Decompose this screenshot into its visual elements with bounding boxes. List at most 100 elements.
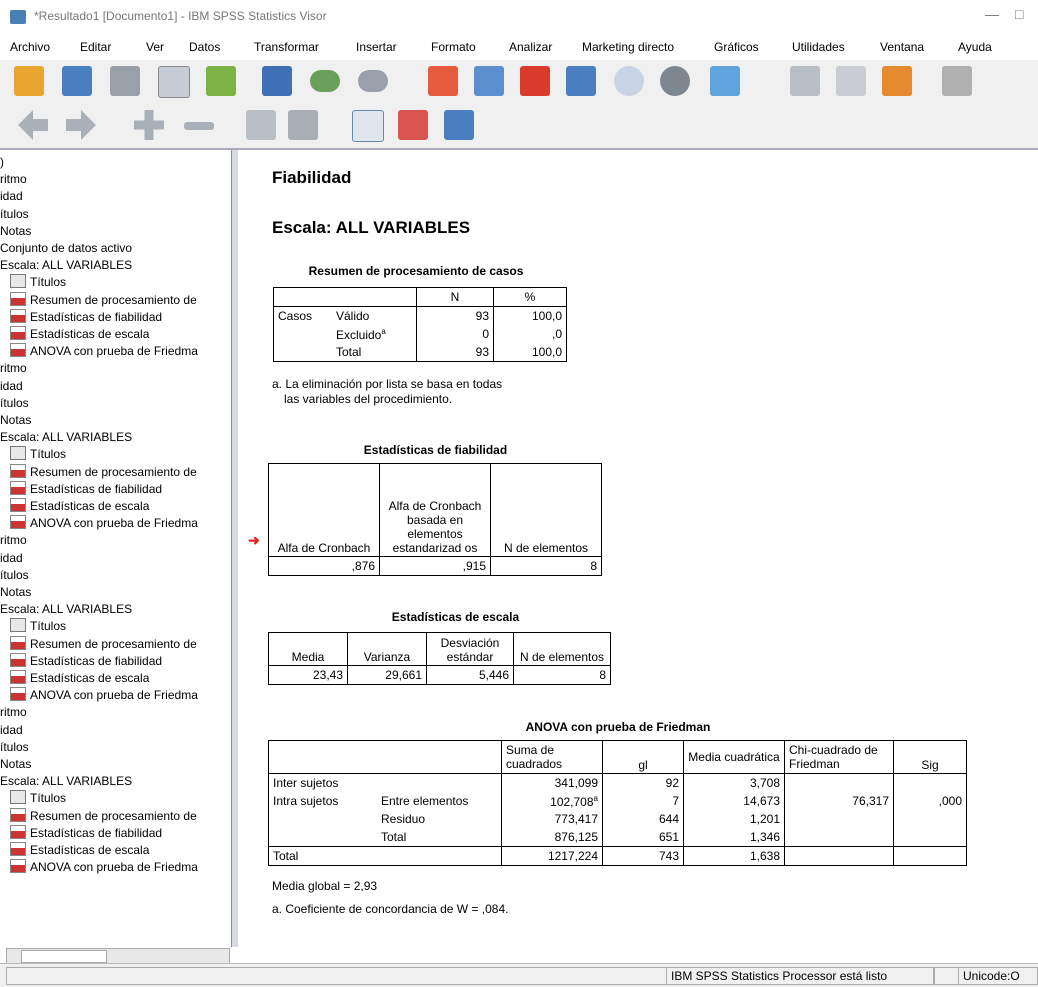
menu-transformar[interactable]: Transformar [254, 40, 319, 54]
select-cases-icon[interactable] [566, 66, 596, 96]
collapse-icon[interactable] [184, 122, 214, 130]
outline-item[interactable]: ritmo [0, 532, 27, 549]
outline-item[interactable]: ) [0, 154, 4, 171]
case-summary-footnote: a. La eliminación por lista se basa en t… [272, 377, 503, 391]
outline-item[interactable]: Escala: ALL VARIABLES [0, 429, 132, 446]
table-cell [894, 828, 967, 847]
outline-item[interactable]: idad [0, 188, 23, 205]
outline-item[interactable]: Escala: ALL VARIABLES [0, 257, 132, 274]
outline-item[interactable]: ritmo [0, 171, 27, 188]
outline-item[interactable]: Estadísticas de escala [10, 498, 149, 515]
outline-item[interactable]: ritmo [0, 704, 27, 721]
save-icon[interactable] [62, 66, 92, 96]
outline-item[interactable]: Resumen de procesamiento de [10, 291, 197, 309]
menu-marketing-directo[interactable]: Marketing directo [582, 40, 674, 54]
outline-item[interactable]: Títulos [10, 446, 66, 463]
outline-item[interactable]: Estadísticas de fiabilidad [10, 480, 162, 498]
outline-item[interactable]: ANOVA con prueba de Friedma [10, 343, 198, 360]
menu-datos[interactable]: Datos [189, 40, 220, 54]
outline-item[interactable]: ítulos [0, 206, 29, 223]
menu-ventana[interactable]: Ventana [880, 40, 924, 54]
show-icon[interactable] [246, 110, 276, 140]
forward-icon[interactable] [66, 110, 96, 140]
insert-output-icon[interactable] [836, 66, 866, 96]
outline-item[interactable]: Notas [0, 756, 31, 773]
menu-insertar[interactable]: Insertar [356, 40, 397, 54]
use-sets-icon[interactable] [660, 66, 690, 96]
export-icon[interactable] [206, 66, 236, 96]
goto-data-icon[interactable] [428, 66, 458, 96]
hide-icon[interactable] [288, 110, 318, 140]
show-all-variables-icon[interactable] [710, 66, 740, 96]
outline-item[interactable]: Títulos [10, 274, 66, 291]
minimize-button[interactable]: — [985, 6, 999, 22]
spelling-icon[interactable] [790, 66, 820, 96]
outline-item[interactable]: Conjunto de datos activo [0, 240, 132, 257]
menu-ver[interactable]: Ver [146, 40, 164, 54]
menu-archivo[interactable]: Archivo [10, 40, 50, 54]
print-preview-icon[interactable] [158, 66, 190, 98]
table-icon [10, 291, 26, 306]
open-icon[interactable] [14, 66, 44, 96]
outline-item[interactable]: Notas [0, 412, 31, 429]
scrollbar-thumb[interactable] [21, 950, 107, 963]
goto-case-icon[interactable] [474, 66, 504, 96]
outline-item-label: ANOVA con prueba de Friedma [30, 860, 198, 875]
outline-item[interactable]: Notas [0, 584, 31, 601]
outline-item[interactable]: Notas [0, 223, 31, 240]
dialog-recall-icon[interactable] [262, 66, 292, 96]
expand-icon[interactable] [134, 110, 164, 140]
outline-item[interactable]: Resumen de procesamiento de [10, 635, 197, 653]
current-item-arrow-icon: ➜ [248, 532, 260, 548]
table-cell: ,876 [268, 556, 380, 576]
menu-analizar[interactable]: Analizar [509, 40, 552, 54]
menu-utilidades[interactable]: Utilidades [792, 40, 845, 54]
outline-item[interactable]: Resumen de procesamiento de [10, 807, 197, 825]
insert-title-icon[interactable] [398, 110, 428, 140]
menu-formato[interactable]: Formato [431, 40, 476, 54]
menu-editar[interactable]: Editar [80, 40, 111, 54]
table-cell: 29,661 [347, 665, 427, 685]
insert-heading-icon[interactable] [352, 110, 384, 142]
outline-item[interactable]: Escala: ALL VARIABLES [0, 773, 132, 790]
outline-item[interactable]: Resumen de procesamiento de [10, 463, 197, 481]
outline-item[interactable]: Estadísticas de escala [10, 670, 149, 687]
outline-item[interactable]: ANOVA con prueba de Friedma [10, 859, 198, 876]
table-cell: 102,708 [550, 794, 594, 809]
outline-item[interactable]: ítulos [0, 739, 29, 756]
outline-item[interactable]: Títulos [10, 790, 66, 807]
anova-footnote-mean: Media global = 2,93 [272, 879, 378, 893]
designate-window-icon[interactable] [882, 66, 912, 96]
outline-item[interactable]: Escala: ALL VARIABLES [0, 601, 132, 618]
outline-item[interactable]: Estadísticas de fiabilidad [10, 824, 162, 842]
value-labels-icon[interactable] [614, 66, 644, 96]
outline-item[interactable]: ANOVA con prueba de Friedma [10, 687, 198, 704]
outline-item[interactable]: idad [0, 378, 23, 395]
redo-icon[interactable] [358, 70, 388, 92]
maximize-button[interactable]: □ [1015, 6, 1023, 22]
outline-item[interactable]: ítulos [0, 567, 29, 584]
variables-icon[interactable] [520, 66, 550, 96]
outline-item[interactable]: ítulos [0, 395, 29, 412]
table-cell [784, 773, 894, 792]
back-icon[interactable] [18, 110, 48, 140]
menu-ayuda[interactable]: Ayuda [958, 40, 992, 54]
outline-item[interactable]: ritmo [0, 360, 27, 377]
outline-item[interactable]: Estadísticas de escala [10, 842, 149, 859]
outline-item[interactable]: idad [0, 722, 23, 739]
outline-item[interactable]: Títulos [10, 618, 66, 635]
outline-item-label: ANOVA con prueba de Friedma [30, 516, 198, 531]
undo-icon[interactable] [310, 70, 340, 92]
outline-item[interactable]: idad [0, 550, 23, 567]
insert-text-icon[interactable] [444, 110, 474, 140]
outline-item[interactable]: ANOVA con prueba de Friedma [10, 515, 198, 532]
outline-item[interactable]: Estadísticas de escala [10, 326, 149, 343]
outline-item[interactable]: Estadísticas de fiabilidad [10, 652, 162, 670]
scale-table: Media Varianza Desviación estándar N de … [268, 632, 611, 685]
outline-item[interactable]: Estadísticas de fiabilidad [10, 308, 162, 326]
header-cell: Alfa de Cronbach [268, 463, 380, 557]
menu-graficos[interactable]: Gráficos [714, 40, 759, 54]
outline-pane[interactable]: ) ritmo idad ítulos Notas Conjunto de datos a… [0, 150, 232, 947]
print-icon[interactable] [110, 66, 140, 96]
outline-item-label: ítulos [0, 567, 29, 582]
